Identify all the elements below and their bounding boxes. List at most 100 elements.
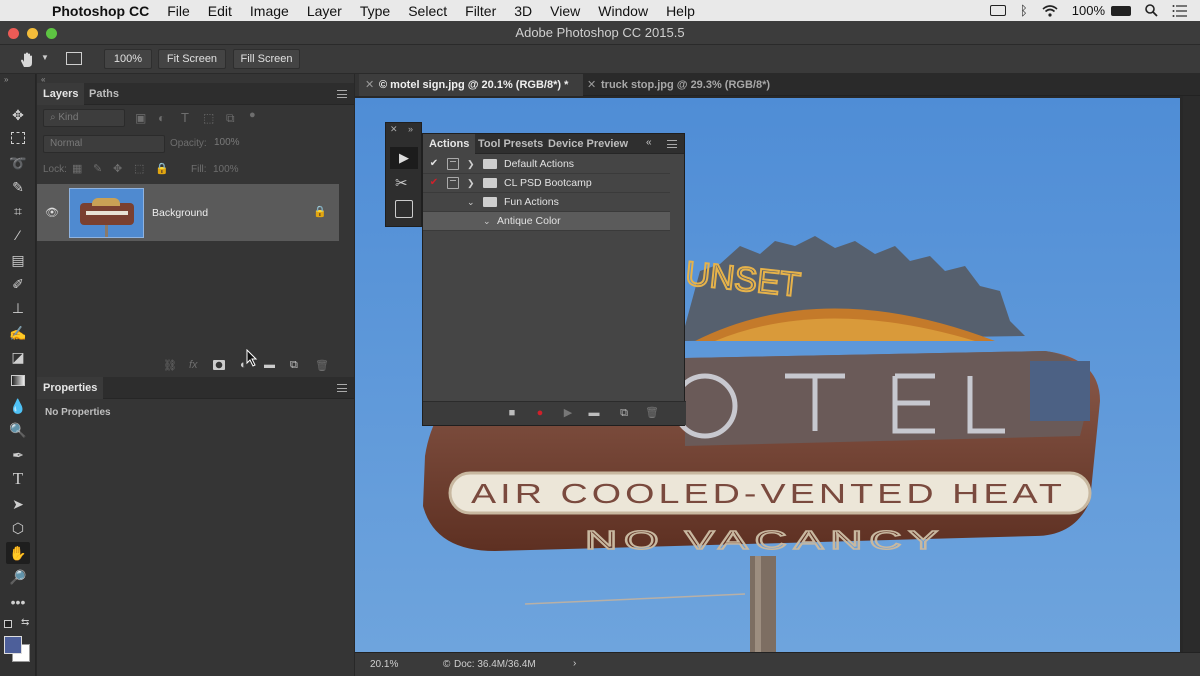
quick-selection-tool-icon[interactable]: ✎ [6,176,30,198]
fit-screen-button[interactable]: Fit Screen [158,49,226,69]
play-selection-icon[interactable]: ▶ [562,407,574,419]
type-tool-icon[interactable]: T [6,468,30,490]
gradient-tool-icon[interactable] [6,370,30,392]
brush-tool-icon[interactable]: ✐ [6,273,30,295]
layer-style-fx-icon[interactable]: fx [189,359,198,371]
tab-device-preview[interactable]: Device Preview [542,134,634,154]
delete-layer-icon[interactable]: 🗑 [315,359,329,372]
minimize-window-button[interactable] [27,28,38,39]
tab-motel-sign[interactable]: ✕ © motel sign.jpg @ 20.1% (RGB/8*) * [359,74,583,96]
tab-actions[interactable]: Actions [423,134,476,154]
menu-edit[interactable]: Edit [208,3,232,19]
dialog-toggle-icon[interactable] [447,177,459,189]
eraser-tool-icon[interactable]: ◪ [6,346,30,368]
fill-screen-button[interactable]: Fill Screen [233,49,300,69]
layer-name[interactable]: Background [152,207,208,219]
menu-file[interactable]: File [167,3,190,19]
lock-artboard-icon[interactable]: ⬚ [134,162,144,175]
lasso-tool-icon[interactable]: ➰ [6,152,30,174]
new-set-icon[interactable]: ▬ [588,407,600,419]
tab-properties[interactable]: Properties [37,377,104,399]
filter-shape-icon[interactable]: ⬚ [203,111,214,125]
blend-mode-select[interactable]: Normal [43,135,165,153]
wifi-icon[interactable] [1042,4,1058,17]
new-action-icon[interactable]: ⧉ [618,407,630,419]
action-set-row[interactable]: ⌄ Fun Actions [423,193,670,212]
link-layers-icon[interactable]: ⛓ [163,359,177,372]
delete-icon[interactable]: 🗑 [645,407,659,419]
lock-position-icon[interactable]: ✥ [113,162,122,175]
blur-tool-icon[interactable]: 💧 [6,395,30,417]
bluetooth-icon[interactable]: ᛒ [1020,3,1028,18]
menu-image[interactable]: Image [250,3,289,19]
actions-menu-icon[interactable] [667,140,677,148]
opacity-input[interactable]: 100% [208,135,258,153]
filter-pixel-icon[interactable]: ▣ [135,111,146,125]
add-mask-icon[interactable] [213,360,225,370]
menu-app-name[interactable]: Photoshop CC [52,3,149,19]
pen-tool-icon[interactable]: ✒ [6,444,30,466]
layer-lock-icon[interactable]: 🔒 [313,205,327,218]
history-brush-tool-icon[interactable]: ✍ [6,322,30,344]
tab-tool-presets[interactable]: Tool Presets [472,134,549,154]
chevron-down-icon[interactable]: ⌄ [467,193,475,211]
hand-tool-icon[interactable] [18,50,38,70]
shape-tool-icon[interactable]: ⬡ [6,517,30,539]
tool-presets-icon[interactable]: ✂ [395,174,408,192]
chevron-down-icon[interactable]: ⌄ [483,212,491,230]
new-layer-icon[interactable]: ⧉ [290,359,298,372]
eye-visibility-icon[interactable]: 👁 [45,206,59,219]
eyedropper-tool-icon[interactable]: ⁄ [6,224,30,246]
tab-layers[interactable]: Layers [37,83,85,105]
keyboard-status-icon[interactable] [989,5,1006,16]
close-tab-icon[interactable]: ✕ [587,74,596,96]
close-tab-icon[interactable]: ✕ [365,74,374,96]
properties-menu-icon[interactable] [337,384,347,392]
default-colors-icon[interactable] [4,620,12,628]
action-row[interactable]: ⌄ Antique Color [423,212,670,231]
filter-toggle-icon[interactable]: ● [249,109,256,121]
menu-layer[interactable]: Layer [307,3,342,19]
menu-window[interactable]: Window [598,3,648,19]
battery-icon[interactable] [1111,5,1131,16]
layer-row-background[interactable]: 👁 Background 🔒 [37,184,339,241]
collapse-panel-icon[interactable]: « [646,137,652,148]
clone-stamp-tool-icon[interactable]: ⊥ [6,297,30,319]
menu-help[interactable]: Help [666,3,695,19]
close-panel-icon[interactable]: ✕ [390,124,398,135]
dodge-tool-icon[interactable]: 🔍 [6,419,30,441]
menu-select[interactable]: Select [408,3,447,19]
dialog-toggle-icon[interactable] [447,158,459,170]
crop-tool-icon[interactable]: ⌗ [6,200,30,222]
action-set-row[interactable]: ✔ ❯ CL PSD Bootcamp [423,174,670,193]
scroll-all-windows-icon[interactable] [66,52,82,65]
move-tool-icon[interactable]: ✥ [6,104,30,126]
device-preview-icon[interactable] [395,200,413,218]
swap-colors-icon[interactable]: ⇆ [21,617,29,628]
lock-image-icon[interactable]: ✎ [93,162,102,175]
status-menu-chevron-icon[interactable]: › [573,658,576,669]
lock-all-icon[interactable]: 🔒 [155,162,169,175]
menu-filter[interactable]: Filter [465,3,496,19]
path-selection-tool-icon[interactable]: ➤ [6,493,30,515]
healing-brush-tool-icon[interactable]: ▤ [6,249,30,271]
more-tools-icon[interactable]: ••• [6,591,30,613]
battery-percent[interactable]: 100% [1072,3,1105,18]
filter-adjustment-icon[interactable]: ◐ [158,111,165,125]
lock-transparent-icon[interactable]: ▦ [72,162,82,175]
record-icon[interactable]: ● [534,407,546,419]
panel-menu-icon[interactable] [337,90,347,98]
chevron-down-icon[interactable]: ▼ [41,53,49,62]
zoom-100-button[interactable]: 100% [104,49,152,69]
zoom-tool-icon[interactable]: 🔎 [6,566,30,588]
menu-view[interactable]: View [550,3,580,19]
action-set-row[interactable]: ✔ ❯ Default Actions [423,155,670,174]
hand-tool-active-icon[interactable]: ✋ [6,542,30,564]
vertical-scrollbar[interactable] [1183,96,1200,652]
menu-type[interactable]: Type [360,3,390,19]
checkmark-icon[interactable]: ✔ [428,158,440,170]
foreground-color-swatch[interactable] [4,636,22,654]
chevron-right-icon[interactable]: ❯ [467,155,475,173]
tab-paths[interactable]: Paths [83,83,125,105]
zoom-level[interactable]: 20.1% [370,659,398,670]
